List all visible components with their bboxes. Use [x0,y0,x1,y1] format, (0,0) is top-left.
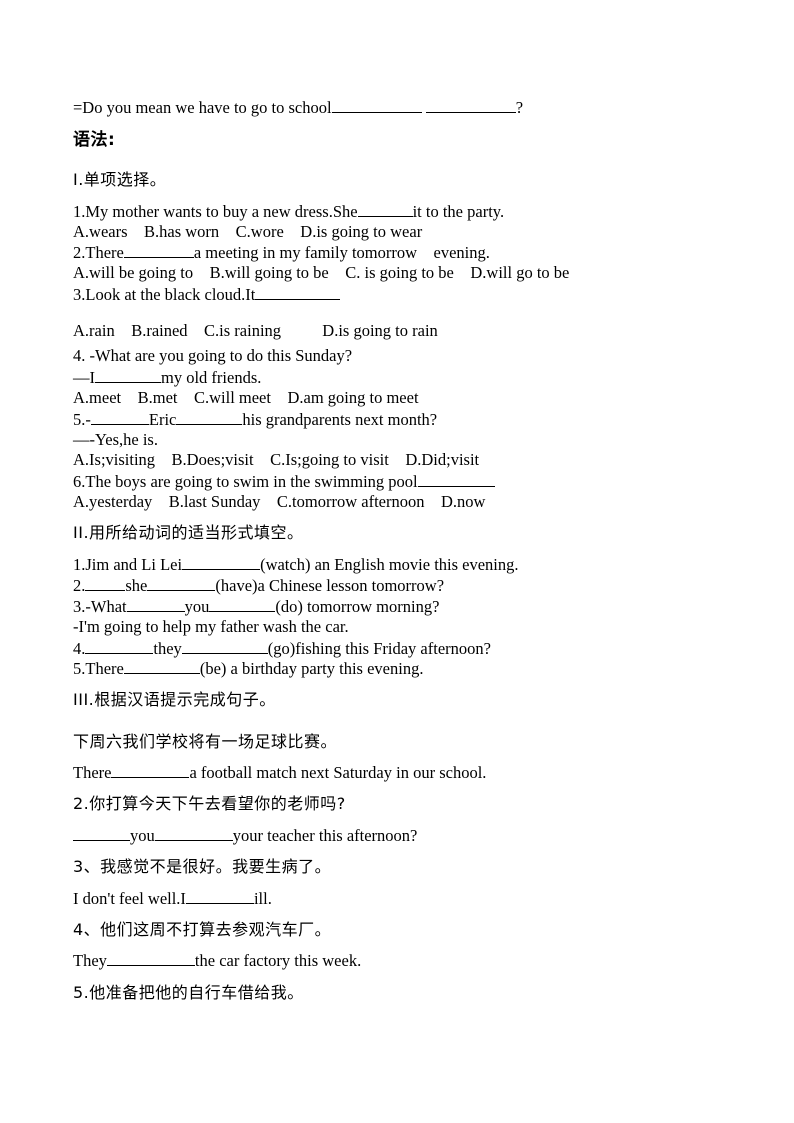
answer-blank[interactable] [85,575,126,591]
intro-question: =Do you mean we have to go to school ? [73,97,523,118]
fill-item-5: 5.There (be) a birthday party this evenin… [73,658,423,679]
fill-item-2: 2. she (have)a Chinese lesson tomorrow? [73,575,444,596]
answer-blank[interactable] [73,825,130,841]
item-text: you [184,597,210,616]
answer-blank[interactable] [85,638,154,654]
answer-blank[interactable] [95,367,161,383]
item-text: I don't feel well.I [73,889,186,908]
question-4-options: A.meet B.met C.will meet D.am going to m… [73,388,419,407]
translate-item-4-en: They the car factory this week. [73,950,361,971]
item-text: 1.Jim and Li Lei [73,555,183,574]
answer-blank[interactable] [357,201,413,217]
grammar-heading: 语法: [73,130,116,150]
fill-item-3-reply: -I'm going to help my father wash the ca… [73,617,349,636]
translate-item-5-cn: 5.他准备把他的自行车借给我。 [73,983,304,1002]
fill-item-1: 1.Jim and Li Lei (watch) an English movie… [73,554,519,575]
item-text: 3.-What [73,597,127,616]
translate-item-2-en: you your teacher this afternoon? [73,825,417,846]
question-5-reply: —-Yes,he is. [73,430,158,449]
question-4-stem: 4. -What are you going to do this Sunday… [73,346,353,365]
answer-blank[interactable] [106,950,195,966]
item-text: (have)a Chinese lesson tomorrow? [215,576,445,595]
question-3-stem: 3.Look at the black cloud.It [73,284,341,305]
answer-blank[interactable] [90,409,149,425]
answer-blank[interactable] [425,97,516,113]
question-2-stem: 2.There a meeting in my family tomorrow e… [73,242,490,263]
question-text: his grandparents next month? [242,410,438,429]
item-text: your teacher this afternoon? [232,826,418,845]
question-5-stem: 5.- Eric his grandparents next month? [73,409,437,430]
intro-text-end: ? [515,98,524,117]
item-text: (go)fishing this Friday afternoon? [267,639,491,658]
answer-blank[interactable] [154,825,233,841]
question-4-reply: —I my old friends. [73,367,261,388]
section-3-title: III.根据汉语提示完成句子。 [73,690,276,709]
item-text: (be) a birthday party this evening. [199,659,424,678]
answer-blank[interactable] [255,284,341,300]
question-text: —I [73,368,95,387]
answer-blank[interactable] [331,97,422,113]
question-3-options: A.rain B.rained C.is raining D.is going … [73,321,438,340]
item-text: they [153,639,182,658]
item-text: They [73,951,107,970]
answer-blank[interactable] [176,409,243,425]
question-text: 1.My mother wants to buy a new dress.She [73,202,358,221]
question-text: 6.The boys are going to swim in the swim… [73,472,418,491]
question-text: 2.There [73,243,124,262]
answer-blank[interactable] [209,596,276,612]
translate-item-3-cn: 3、我感觉不是很好。我要生病了。 [73,857,332,876]
answer-blank[interactable] [185,888,254,904]
answer-blank[interactable] [123,242,194,258]
question-2-options: A.will be going to B.will going to be C.… [73,263,570,282]
item-text: 5.There [73,659,124,678]
item-text: There [73,763,112,782]
fill-item-3: 3.-What you (do) tomorrow morning? [73,596,439,617]
item-text: you [130,826,155,845]
item-text: the car factory this week. [194,951,362,970]
item-text: ill. [253,889,272,908]
item-text: 4. [73,639,86,658]
item-text: (watch) an English movie this evening. [260,555,519,574]
item-text: 2. [73,576,86,595]
answer-blank[interactable] [147,575,216,591]
question-text: Eric [148,410,177,429]
question-text: a meeting in my family tomorrow evening. [193,243,490,262]
translate-item-2-cn: 2.你打算今天下午去看望你的老师吗? [73,794,346,813]
question-text: my old friends. [161,368,262,387]
question-1-options: A.wears B.has worn C.wore D.is going to … [73,222,423,241]
question-6-options: A.yesterday B.last Sunday C.tomorrow aft… [73,492,486,511]
answer-blank[interactable] [126,596,185,612]
translate-item-4-cn: 4、他们这周不打算去参观汽车厂。 [73,920,332,939]
question-text: it to the party. [412,202,505,221]
answer-blank[interactable] [123,658,200,674]
translate-item-3-en: I don't feel well.I ill. [73,888,272,909]
translate-item-1-en: There a football match next Saturday in o… [73,762,486,783]
item-text: she [125,576,148,595]
answer-blank[interactable] [182,554,261,570]
translate-item-1-cn: 下周六我们学校将有一场足球比赛。 [73,732,338,751]
question-text: 3.Look at the black cloud.It [73,285,256,304]
answer-blank[interactable] [111,762,190,778]
fill-item-4: 4. they (go)fishing this Friday afternoon? [73,638,491,659]
item-text: (do) tomorrow morning? [275,597,440,616]
section-1-title: I.单项选择。 [73,170,167,189]
question-6-stem: 6.The boys are going to swim in the swim… [73,471,495,492]
answer-blank[interactable] [417,471,495,487]
question-1-stem: 1.My mother wants to buy a new dress.She… [73,201,504,222]
question-5-options: A.Is;visiting B.Does;visit C.Is;going to… [73,450,480,469]
intro-text: =Do you mean we have to go to school [73,98,332,117]
section-2-title: II.用所给动词的适当形式填空。 [73,523,304,542]
question-text: 5.- [73,410,91,429]
item-text: a football match next Saturday in our sc… [189,763,487,782]
answer-blank[interactable] [181,638,268,654]
